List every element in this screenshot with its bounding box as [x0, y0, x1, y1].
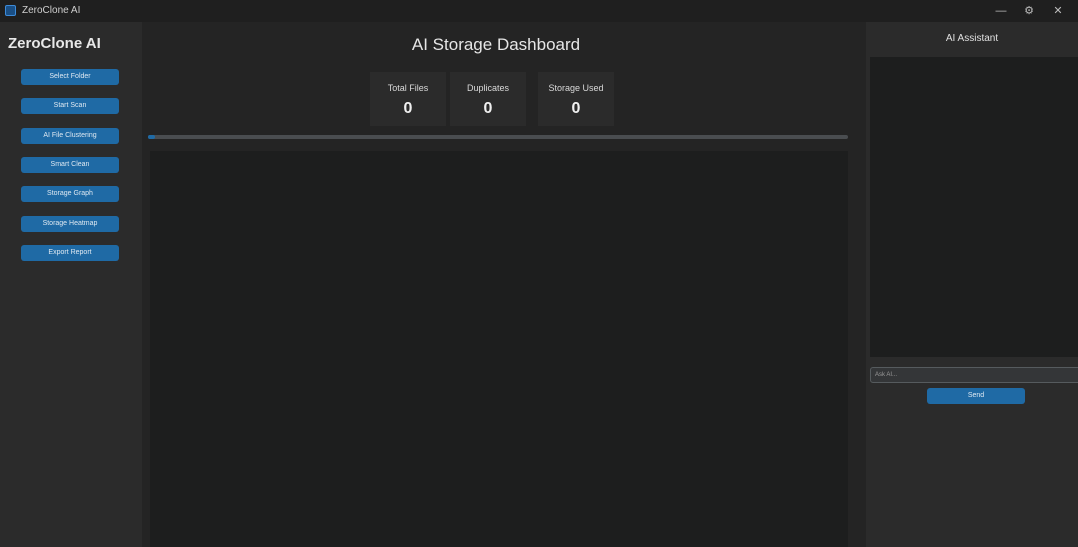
stat-card-duplicates: Duplicates 0 [450, 72, 526, 126]
results-panel[interactable] [150, 151, 848, 547]
app-icon [5, 5, 16, 16]
select-folder-button[interactable]: Select Folder [21, 69, 119, 85]
window-title: ZeroClone AI [22, 5, 81, 16]
stat-label: Total Files [387, 83, 429, 93]
close-icon[interactable]: ✕ [1046, 2, 1070, 20]
app-name: ZeroClone AI [8, 35, 101, 52]
stat-card-total-files: Total Files 0 [370, 72, 446, 126]
page-title: AI Storage Dashboard [411, 35, 581, 54]
minimize-icon[interactable]: — [989, 2, 1013, 20]
stat-label: Duplicates [466, 83, 510, 93]
stat-value: 0 [571, 100, 581, 117]
stat-label: Storage Used [548, 83, 604, 93]
sidebar: ZeroClone AI Select Folder Start Scan AI… [0, 22, 142, 547]
smart-clean-button[interactable]: Smart Clean [21, 157, 119, 173]
assistant-title: AI Assistant [945, 33, 999, 44]
stat-card-storage-used: Storage Used 0 [538, 72, 614, 126]
send-button[interactable]: Send [927, 388, 1025, 404]
ai-assistant-panel: AI Assistant Ask AI... Send [866, 22, 1078, 547]
scan-progress-bar [148, 135, 848, 139]
progress-fill [148, 135, 155, 139]
main-area: AI Storage Dashboard Total Files 0 Dupli… [142, 22, 866, 547]
storage-heatmap-button[interactable]: Storage Heatmap [21, 216, 119, 232]
settings-icon[interactable]: ⚙ [1017, 2, 1041, 20]
ask-ai-input[interactable]: Ask AI... [870, 367, 1078, 383]
start-scan-button[interactable]: Start Scan [21, 98, 119, 114]
title-bar: ZeroClone AI — ⚙ ✕ [0, 0, 1078, 22]
stat-value: 0 [483, 100, 493, 117]
app-window: ZeroClone AI — ⚙ ✕ ZeroClone AI Select F… [0, 0, 1078, 547]
ai-file-clustering-button[interactable]: AI File Clustering [21, 128, 119, 144]
chat-log[interactable] [870, 57, 1078, 357]
storage-graph-button[interactable]: Storage Graph [21, 186, 119, 202]
export-report-button[interactable]: Export Report [21, 245, 119, 261]
stat-value: 0 [403, 100, 413, 117]
